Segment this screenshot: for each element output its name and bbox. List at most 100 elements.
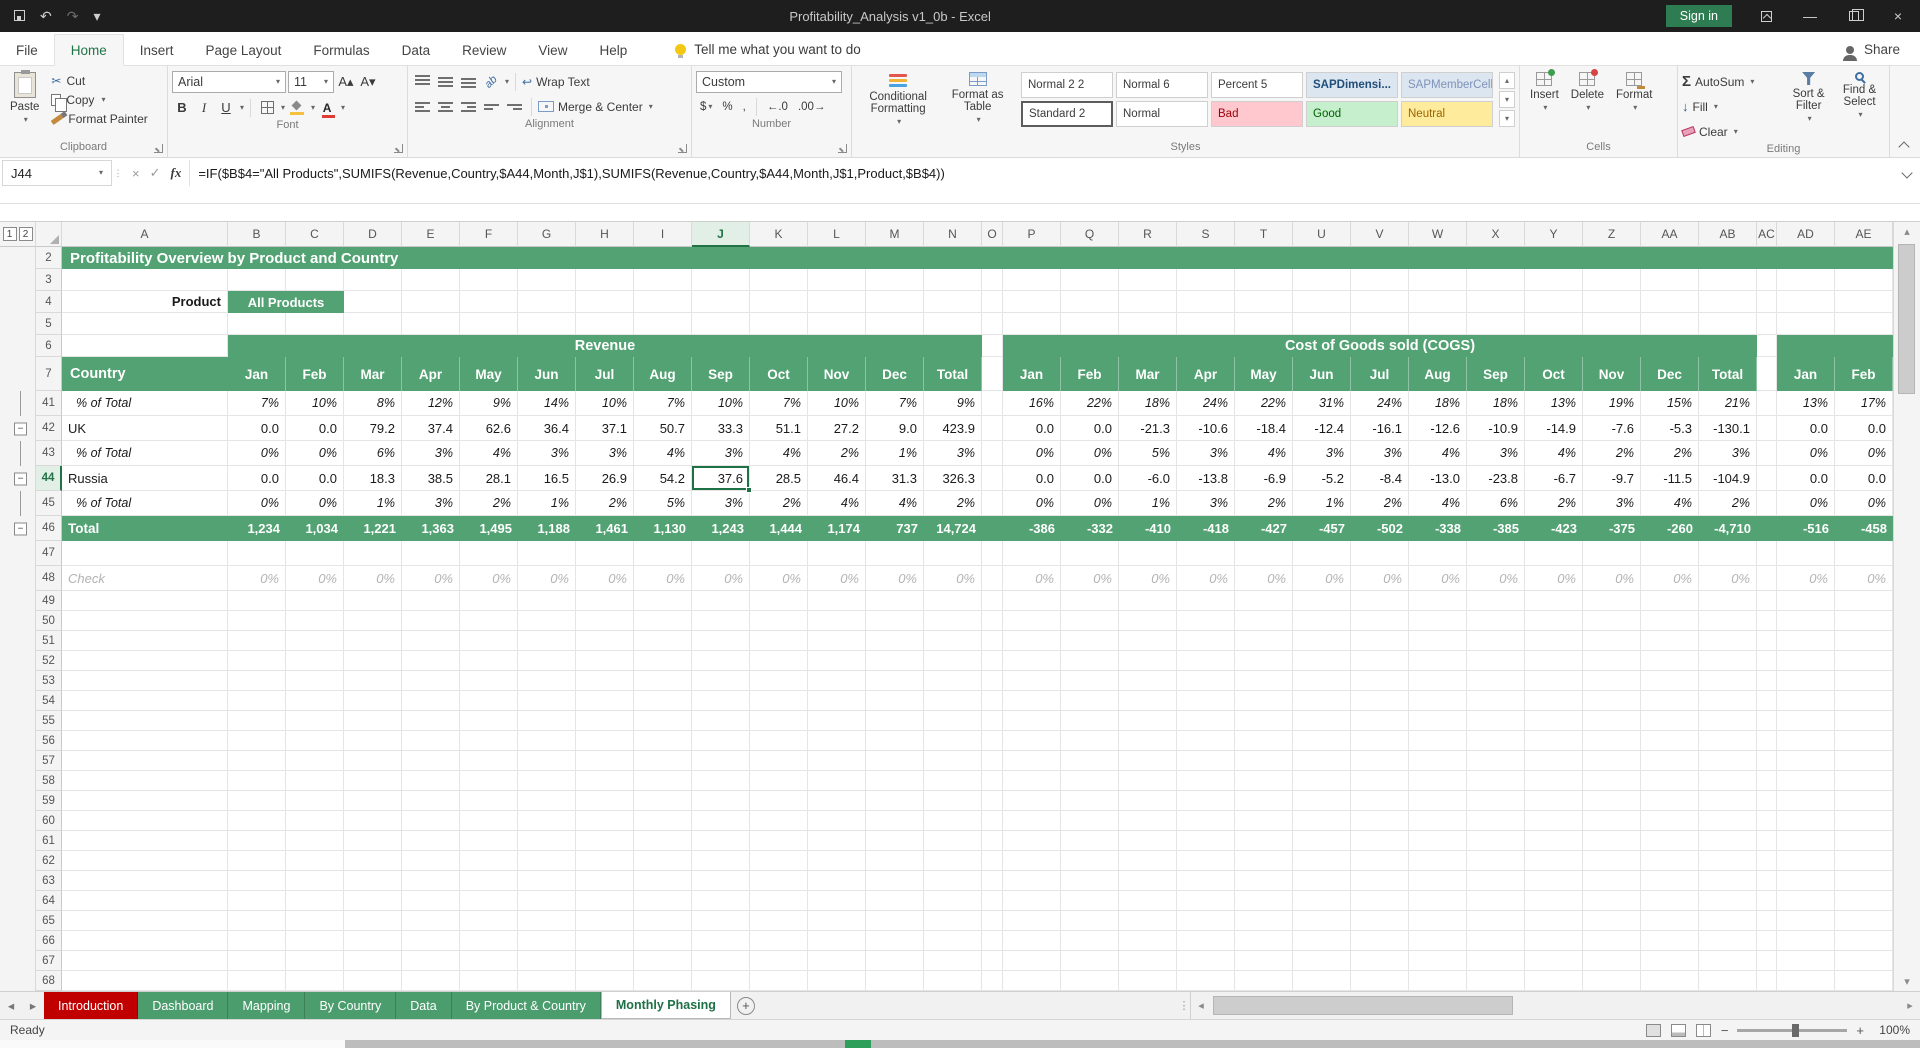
cell-L55[interactable] [808,711,866,731]
cell-AA52[interactable] [1641,651,1699,671]
cell-AA44[interactable]: -11.5 [1641,466,1699,491]
cell-O54[interactable] [982,691,1003,711]
cell-M4[interactable] [866,291,924,313]
cell-H62[interactable] [576,851,634,871]
cell-Z42[interactable]: -7.6 [1583,416,1641,441]
cell-B60[interactable] [228,811,286,831]
cell-N63[interactable] [924,871,982,891]
cell-A65[interactable] [62,911,228,931]
cell-C64[interactable] [286,891,344,911]
cell-rev-apr-header[interactable]: Apr [402,357,460,391]
cell-AD43[interactable]: 0% [1777,441,1835,466]
cell-T68[interactable] [1235,971,1293,991]
cell-L60[interactable] [808,811,866,831]
cell-I58[interactable] [634,771,692,791]
cell-X5[interactable] [1467,313,1525,335]
cell-J47[interactable] [692,541,750,566]
cell-J58[interactable] [692,771,750,791]
cell-AB64[interactable] [1699,891,1757,911]
cell-J68[interactable] [692,971,750,991]
cell-J51[interactable] [692,631,750,651]
cell-V5[interactable] [1351,313,1409,335]
column-header-X[interactable]: X [1467,222,1525,247]
cell-N68[interactable] [924,971,982,991]
page-break-preview-button[interactable] [1696,1024,1711,1037]
cell-Y61[interactable] [1525,831,1583,851]
cell-A3[interactable] [62,269,228,291]
cell-M3[interactable] [866,269,924,291]
column-header-AE[interactable]: AE [1835,222,1893,247]
cell-W65[interactable] [1409,911,1467,931]
cell-E50[interactable] [402,611,460,631]
cell-AB48[interactable]: 0% [1699,566,1757,591]
row-header-55[interactable]: 55 [36,711,62,731]
cell-C61[interactable] [286,831,344,851]
column-header-R[interactable]: R [1119,222,1177,247]
cell-AB50[interactable] [1699,611,1757,631]
cell-W48[interactable]: 0% [1409,566,1467,591]
vertical-scroll-thumb[interactable] [1898,244,1915,394]
cell-M46[interactable]: 737 [866,516,924,541]
cell-x-feb-header[interactable]: Feb [1835,357,1893,391]
cell-X66[interactable] [1467,931,1525,951]
cell-AC43[interactable] [1757,441,1777,466]
cell-rev-sep-header[interactable]: Sep [692,357,750,391]
cell-L49[interactable] [808,591,866,611]
cell-AC3[interactable] [1757,269,1777,291]
cell-Y51[interactable] [1525,631,1583,651]
cell-C42[interactable]: 0.0 [286,416,344,441]
outline-collapse-button[interactable]: − [14,472,27,485]
cell-C58[interactable] [286,771,344,791]
cell-Z65[interactable] [1583,911,1641,931]
sheet-tab-data[interactable]: Data [396,992,451,1019]
cell-C66[interactable] [286,931,344,951]
cell-L43[interactable]: 2% [808,441,866,466]
cell-N54[interactable] [924,691,982,711]
cell-D67[interactable] [344,951,402,971]
cell-D58[interactable] [344,771,402,791]
cell-AB58[interactable] [1699,771,1757,791]
cell-AC44[interactable] [1757,466,1777,491]
cell-Q44[interactable]: 0.0 [1061,466,1119,491]
zoom-slider[interactable] [1737,1029,1847,1032]
cell-S48[interactable]: 0% [1177,566,1235,591]
cell-Q48[interactable]: 0% [1061,566,1119,591]
cell-L67[interactable] [808,951,866,971]
row-header-7[interactable]: 7 [36,357,62,391]
cell-M50[interactable] [866,611,924,631]
cell-G50[interactable] [518,611,576,631]
cell-H67[interactable] [576,951,634,971]
cell-K47[interactable] [750,541,808,566]
cell-Y44[interactable]: -6.7 [1525,466,1583,491]
cell-AE52[interactable] [1835,651,1893,671]
column-header-N[interactable]: N [924,222,982,247]
cell-U57[interactable] [1293,751,1351,771]
cell-AC49[interactable] [1757,591,1777,611]
cell-L47[interactable] [808,541,866,566]
cell-AC63[interactable] [1757,871,1777,891]
cell-F48[interactable]: 0% [460,566,518,591]
cell-P5[interactable] [1003,313,1061,335]
cell-AB44[interactable]: -104.9 [1699,466,1757,491]
cell-H5[interactable] [576,313,634,335]
cell-L3[interactable] [808,269,866,291]
cell-style-sapdimensi[interactable]: SAPDimensi... [1306,72,1398,98]
cell-rev-oct-header[interactable]: Oct [750,357,808,391]
cell-Z44[interactable]: -9.7 [1583,466,1641,491]
cell-Q41[interactable]: 22% [1061,391,1119,416]
cell-Q61[interactable] [1061,831,1119,851]
cell-F58[interactable] [460,771,518,791]
cell-rev-aug-header[interactable]: Aug [634,357,692,391]
cell-W4[interactable] [1409,291,1467,313]
fill-color-button[interactable] [287,97,307,118]
cell-K68[interactable] [750,971,808,991]
cell-AE63[interactable] [1835,871,1893,891]
cell-J45[interactable]: 3% [692,491,750,516]
cell-E53[interactable] [402,671,460,691]
cell-S61[interactable] [1177,831,1235,851]
cell-K4[interactable] [750,291,808,313]
cell-M62[interactable] [866,851,924,871]
row-header-51[interactable]: 51 [36,631,62,651]
horizontal-scroll-thumb[interactable] [1213,996,1513,1015]
cell-Q50[interactable] [1061,611,1119,631]
